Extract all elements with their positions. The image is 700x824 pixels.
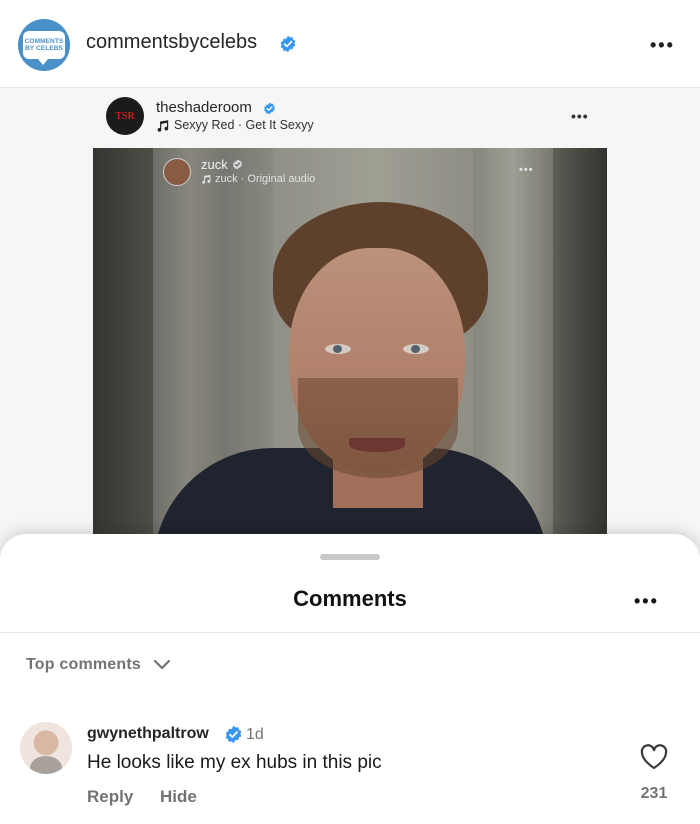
verified-badge-icon [264,102,275,115]
video-audio-label: zuck · Original audio [201,173,315,185]
verified-badge-icon [280,35,296,53]
video-player[interactable]: zuck zuck · Original audio ••• [93,148,607,538]
commenter-avatar[interactable] [20,722,72,774]
music-note-icon [157,119,169,132]
account-logo-text-1: COMMENTS [24,38,64,45]
inner-more-options-icon[interactable]: ••• [571,109,589,123]
inner-account-name[interactable]: theshaderoom [156,99,252,116]
video-account-name: zuck [201,157,228,172]
divider [0,632,700,633]
comments-title: Comments [293,586,407,611]
sheet-drag-handle[interactable] [320,554,380,560]
comments-sheet: Comments ••• Top comments gwynethpaltrow… [0,534,700,824]
account-avatar[interactable]: COMMENTS BY CELEBS [18,19,70,71]
inner-account-avatar[interactable]: TSR [106,97,144,135]
video-dim-overlay [93,148,607,538]
inner-avatar-logo: TSR [115,110,135,122]
account-logo-text-2: BY CELEBS [25,45,63,52]
verified-badge-icon [225,725,242,744]
heart-icon[interactable] [640,744,668,770]
chevron-down-icon [153,659,171,670]
video-account-avatar [163,158,191,186]
sort-dropdown[interactable]: Top comments [26,656,171,674]
post-header: COMMENTS BY CELEBS commentsbycelebs ••• [0,0,700,88]
sort-label: Top comments [26,656,142,673]
music-note-icon [202,174,211,184]
comment-timestamp: 1d [246,726,264,743]
reply-button[interactable]: Reply [87,787,133,807]
commenter-username[interactable]: gwynethpaltrow [87,725,209,743]
account-logo: COMMENTS BY CELEBS [23,31,65,65]
verified-badge-icon [232,159,243,170]
comments-more-options-icon[interactable]: ••• [634,592,659,610]
video-audio-text: zuck · Original audio [215,173,316,185]
post-background: COMMENTS BY CELEBS commentsbycelebs ••• … [0,0,700,560]
more-options-icon[interactable]: ••• [650,36,675,54]
comment-text: He looks like my ex hubs in this pic [87,752,382,773]
account-name[interactable]: commentsbycelebs [86,31,257,54]
inner-audio-link[interactable]: Sexyy Red · Get It Sexyy [156,118,314,132]
like-count: 231 [640,785,668,802]
hide-button[interactable]: Hide [160,787,197,807]
video-more-options-icon: ••• [519,164,534,176]
inner-audio-label: Sexyy Red · Get It Sexyy [174,118,314,132]
